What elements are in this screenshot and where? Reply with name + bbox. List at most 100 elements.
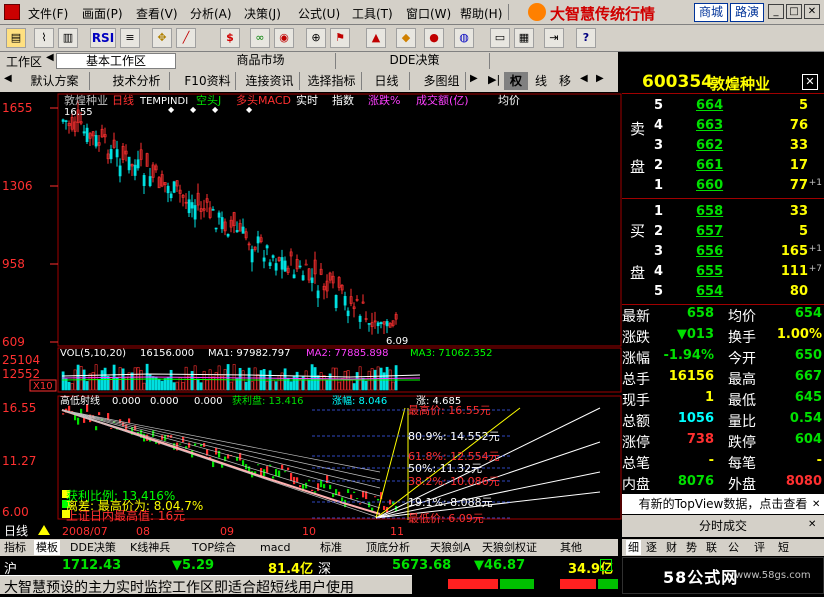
tab-template[interactable]: 模板 bbox=[34, 540, 60, 555]
orderbook-volume: 33 bbox=[789, 204, 808, 219]
rights-button[interactable]: 权 bbox=[504, 72, 528, 90]
skip-icon[interactable]: ▶| bbox=[488, 73, 500, 86]
grid-icon[interactable]: ▦ bbox=[514, 28, 534, 48]
export-icon[interactable]: ⇥ bbox=[544, 28, 564, 48]
menu-view[interactable]: 查看(V) bbox=[136, 5, 178, 22]
signal-icon[interactable]: ◉ bbox=[274, 28, 294, 48]
draw-line-icon[interactable]: ╱ bbox=[176, 28, 196, 48]
globe-icon[interactable]: ◍ bbox=[454, 28, 474, 48]
menu-formula[interactable]: 公式(U) bbox=[298, 5, 340, 22]
multi-chart-button[interactable]: 多图组 bbox=[418, 72, 466, 90]
orderbook-row-buy-1[interactable]: 1 658 33 bbox=[622, 202, 824, 223]
period-label: 日线 bbox=[4, 524, 28, 538]
stat-value-2: 667 bbox=[794, 369, 822, 384]
kline-icon[interactable]: ▥ bbox=[58, 28, 78, 48]
menu-help[interactable]: 帮助(H) bbox=[460, 5, 502, 22]
tab-top-bottom[interactable]: 顶底分析 bbox=[366, 540, 410, 555]
tick-trades-header[interactable]: 分时成交 bbox=[622, 515, 824, 537]
orderbook-row-buy-3[interactable]: 3 656 165 +1 bbox=[622, 242, 824, 263]
line-button[interactable]: 线 bbox=[530, 72, 552, 90]
stat-value: - bbox=[708, 453, 714, 468]
orderbook-row-buy-5[interactable]: 5 654 80 bbox=[622, 282, 824, 303]
maximize-icon[interactable]: □ bbox=[786, 4, 802, 19]
next-icon[interactable]: ▶ bbox=[470, 73, 478, 84]
f10-button[interactable]: F10资料 bbox=[180, 72, 236, 90]
dollar-icon[interactable]: $ bbox=[220, 28, 240, 48]
fib-level-label: 19.1%: 8.088元 bbox=[408, 496, 493, 509]
minimize-icon[interactable]: _ bbox=[768, 4, 784, 19]
orderbook-row-sell-3[interactable]: 3 662 33 bbox=[622, 136, 824, 157]
tab-other[interactable]: 其他 bbox=[560, 540, 582, 555]
status-indicator-icon[interactable] bbox=[600, 559, 612, 571]
kline-chart[interactable]: ◆ ◆ ◆ ◆ 敦煌种业 日线 TEMPINDI 空头J 多头MACD 实时 指数 涨… bbox=[0, 92, 622, 539]
quote-panel: 600354 敦煌种业 ✕ 5 664 5 4 663 76 3 662 33 2 661 17 1 66… bbox=[622, 70, 824, 539]
tab-basic-workspace[interactable]: 基本工作区 bbox=[56, 53, 176, 69]
menu-window[interactable]: 窗口(W) bbox=[406, 5, 451, 22]
daily-button[interactable]: 日线 bbox=[364, 72, 410, 90]
tab-dde-decision[interactable]: DDE决策 bbox=[70, 540, 116, 555]
tab-kline-weapon[interactable]: K线神兵 bbox=[130, 540, 170, 555]
orderbook-row-buy-2[interactable]: 2 657 5 bbox=[622, 222, 824, 243]
menu-decision[interactable]: 决策(J) bbox=[244, 5, 281, 22]
zoom-right-icon[interactable]: ▶ bbox=[596, 73, 604, 84]
menu-file[interactable]: 文件(F) bbox=[28, 5, 68, 22]
select-indicator-button[interactable]: 选择指标 bbox=[302, 72, 362, 90]
tab-sirius-a[interactable]: 天狼剑A bbox=[430, 540, 471, 555]
panel-tab-review[interactable]: 评 bbox=[754, 540, 765, 555]
mall-button[interactable]: 商城 bbox=[694, 3, 728, 22]
chart-icon[interactable]: ⌇ bbox=[34, 28, 54, 48]
help-icon[interactable]: ? bbox=[576, 28, 596, 48]
glasses-icon[interactable]: ∞ bbox=[250, 28, 270, 48]
tech-analysis-button[interactable]: 技术分析 bbox=[104, 72, 170, 90]
orderbook-row-sell-4[interactable]: 2 661 17 bbox=[622, 156, 824, 177]
menu-view-screen[interactable]: 画面(P) bbox=[82, 5, 123, 22]
tab-dde[interactable]: DDE决策 bbox=[340, 53, 490, 69]
prev-icon[interactable]: ◀ bbox=[4, 73, 16, 89]
up-arrow-icon[interactable]: ▲ bbox=[366, 28, 386, 48]
panel-tab-short[interactable]: 短 bbox=[778, 540, 789, 555]
panel-tab-related[interactable]: 联 bbox=[706, 540, 717, 555]
panel-tab-finance[interactable]: 财 bbox=[666, 540, 677, 555]
tab-standard[interactable]: 标准 bbox=[320, 540, 342, 555]
app-icon[interactable] bbox=[4, 4, 20, 20]
topview-close-icon[interactable]: ✕ bbox=[812, 499, 822, 510]
l2-icon[interactable]: ● bbox=[424, 28, 444, 48]
menu-tools[interactable]: 工具(T) bbox=[352, 5, 393, 22]
orderbook-row-buy-4[interactable]: 4 655 111 +7 bbox=[622, 262, 824, 283]
zoom-left-icon[interactable]: ◀ bbox=[580, 73, 588, 84]
panel-tab-trend[interactable]: 势 bbox=[686, 540, 697, 555]
alarm-icon[interactable]: ⚑ bbox=[330, 28, 350, 48]
close-icon[interactable]: ✕ bbox=[804, 4, 820, 19]
tab-macd[interactable]: macd bbox=[260, 540, 291, 555]
roadshow-button[interactable]: 路演 bbox=[730, 3, 764, 22]
orderbook-row-sell-2[interactable]: 4 663 76 bbox=[622, 116, 824, 137]
tab-top-composite[interactable]: TOP综合 bbox=[192, 540, 236, 555]
menu-analysis[interactable]: 分析(A) bbox=[190, 5, 232, 22]
rsi-icon[interactable]: RSI bbox=[90, 28, 116, 48]
panel-tab-tick[interactable]: 逐 bbox=[646, 540, 657, 555]
tab-commodity-market[interactable]: 商品市场 bbox=[186, 53, 336, 69]
move-button[interactable]: 移 bbox=[554, 72, 576, 90]
stat-value: 8076 bbox=[677, 474, 714, 489]
crosshair-icon[interactable]: ✥ bbox=[152, 28, 172, 48]
tab-sirius-warrant[interactable]: 天狼剑权证 bbox=[482, 540, 537, 555]
binoculars-icon[interactable]: ⊕ bbox=[306, 28, 326, 48]
xaxis-label-5: 11 bbox=[390, 525, 404, 538]
diamond-icon[interactable]: ◆ bbox=[396, 28, 416, 48]
orderbook-row-sell-5[interactable]: 1 660 77 +1 bbox=[622, 176, 824, 197]
tab-indicator[interactable]: 指标 bbox=[4, 540, 26, 555]
news-button[interactable]: 连接资讯 bbox=[240, 72, 300, 90]
tick-trades-close-icon[interactable]: ✕ bbox=[808, 519, 820, 531]
topview-banner[interactable]: 有新的TopView数据，点击查看 bbox=[622, 494, 824, 514]
orderbook-row-sell-1[interactable]: 5 664 5 bbox=[622, 96, 824, 117]
workarea-scroll-icon[interactable]: ◀ bbox=[46, 52, 54, 70]
close-panel-icon[interactable]: ✕ bbox=[802, 74, 818, 90]
brand-logo bbox=[528, 3, 546, 21]
panel-tab-detail[interactable]: 细 bbox=[626, 540, 641, 555]
panel-tab-announcement[interactable]: 公 bbox=[728, 540, 739, 555]
list-icon[interactable]: ≡ bbox=[120, 28, 140, 48]
favorites-icon[interactable]: ▤ bbox=[6, 28, 26, 48]
stock-code: 600354 bbox=[642, 72, 713, 92]
default-scheme-button[interactable]: 默认方案 bbox=[20, 72, 90, 90]
notepad-icon[interactable]: ▭ bbox=[490, 28, 510, 48]
